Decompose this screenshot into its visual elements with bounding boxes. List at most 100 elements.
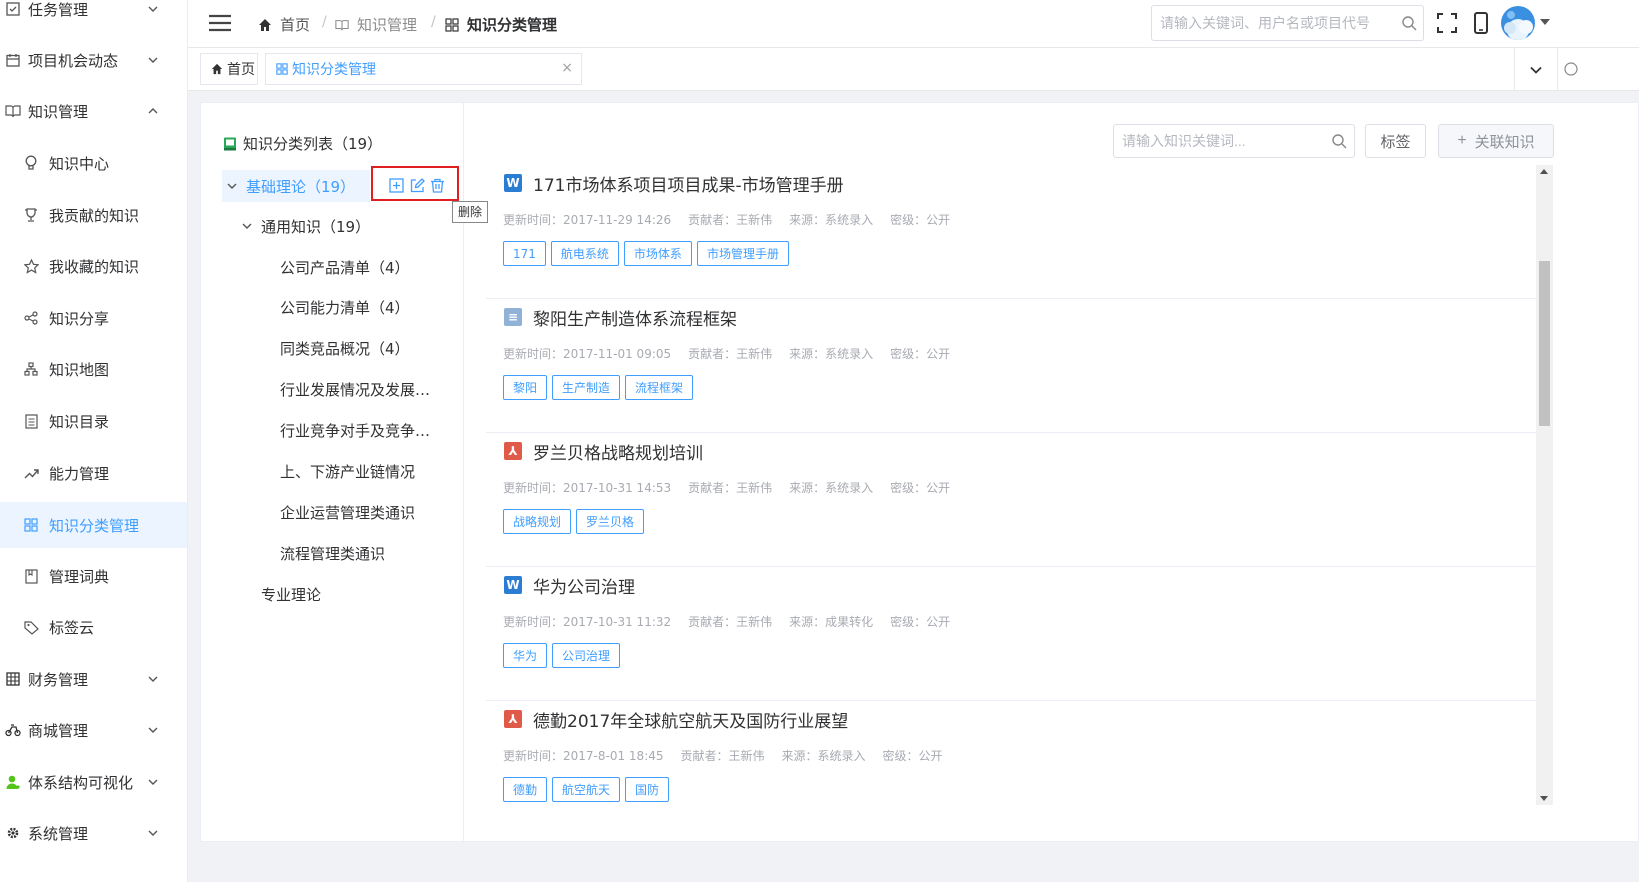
updated-time: 更新时间：2017-11-29 14:26 xyxy=(503,213,672,227)
tree-node-label: 行业竞争对手及竞争… xyxy=(280,421,431,440)
node-actions-highlight xyxy=(371,166,459,201)
sidebar-item-knowledge-catalog[interactable]: 知识目录 xyxy=(0,399,187,443)
tree-node-leaf[interactable]: 公司能力清单（4） xyxy=(280,291,410,323)
breadcrumb-home[interactable]: 首页 xyxy=(258,14,310,35)
search-icon[interactable] xyxy=(1331,133,1347,149)
sidebar-item-knowledge-map[interactable]: 知识地图 xyxy=(0,347,187,391)
top-header: 首页 / 知识管理 / 知识分类管理 xyxy=(188,0,1639,48)
sidebar-item-label: 项目机会动态 xyxy=(28,51,119,70)
sidebar-item-tasks[interactable]: 任务管理 xyxy=(0,0,187,31)
knowledge-item[interactable]: W 华为公司治理 更新时间：2017-10-31 11:32 贡献者：王新伟 来源：… xyxy=(486,567,1536,701)
tag-chip[interactable]: 航电系统 xyxy=(550,241,619,266)
sidebar-item-capability-management[interactable]: 能力管理 xyxy=(0,451,187,495)
tree-node-basic-theory[interactable]: 基础理论（19） xyxy=(222,170,370,202)
tag-chip[interactable]: 德勤 xyxy=(503,777,548,802)
tree-node-leaf[interactable]: 行业发展情况及发展… xyxy=(280,373,430,405)
tag-chip[interactable]: 国防 xyxy=(625,777,670,802)
grid-icon xyxy=(276,63,288,75)
tab-label: 首页 xyxy=(227,62,255,78)
mobile-icon[interactable] xyxy=(1470,12,1492,34)
tag-chip[interactable]: 华为 xyxy=(503,643,548,668)
tree-node-leaf[interactable]: 行业竞争对手及竞争… xyxy=(280,414,430,446)
scrollbar-thumb[interactable] xyxy=(1539,261,1550,426)
avatar[interactable] xyxy=(1501,6,1535,40)
tag-button[interactable]: 标签 xyxy=(1365,124,1426,158)
tree-node-leaf[interactable]: 公司产品清单（4） xyxy=(280,251,410,283)
tab-knowledge-category[interactable]: 知识分类管理 × xyxy=(265,53,582,85)
add-child-icon[interactable] xyxy=(389,178,404,193)
sidebar-item-mall[interactable]: 商城管理 xyxy=(0,708,187,752)
lightbulb-icon xyxy=(22,154,40,172)
tag-chip[interactable]: 黎阳 xyxy=(503,375,548,400)
source: 来源：系统录入 xyxy=(781,749,866,763)
sidebar-item-knowledge-management[interactable]: 知识管理 xyxy=(0,89,187,133)
tag-chip[interactable]: 市场体系 xyxy=(623,241,692,266)
tag-chip[interactable]: 航空航天 xyxy=(552,777,621,802)
tree-node-leaf[interactable]: 同类竞品概况（4） xyxy=(280,332,410,364)
sidebar-item-knowledge-center[interactable]: 知识中心 xyxy=(0,141,187,185)
knowledge-item[interactable]: ≡ 黎阳生产制造体系流程框架 更新时间：2017-11-01 09:05 贡献者：… xyxy=(486,299,1536,433)
sidebar-item-management-dictionary[interactable]: 管理词典 xyxy=(0,554,187,598)
sidebar-item-tag-cloud[interactable]: 标签云 xyxy=(0,605,187,649)
knowledge-title[interactable]: 黎阳生产制造体系流程框架 xyxy=(533,305,737,330)
tag-chip[interactable]: 流程框架 xyxy=(625,375,694,400)
link-knowledge-button[interactable]: + 关联知识 xyxy=(1438,124,1554,158)
hamburger-menu-icon[interactable] xyxy=(208,13,232,33)
fullscreen-icon[interactable] xyxy=(1436,12,1458,34)
knowledge-item[interactable]: ⅄ 罗兰贝格战略规划培训 更新时间：2017-10-31 14:53 贡献者：王新… xyxy=(486,433,1536,567)
sidebar-item-label: 知识目录 xyxy=(49,412,110,431)
tree-node-leaf[interactable]: 流程管理类通识 xyxy=(280,537,385,569)
breadcrumb-knowledge[interactable]: 知识管理 xyxy=(335,14,417,35)
knowledge-search-input[interactable] xyxy=(1122,125,1322,157)
knowledge-item[interactable]: ⅄ 德勤2017年全球航空航天及国防行业展望 更新时间：2017-8-01 18… xyxy=(486,701,1536,805)
tree-node-professional-theory[interactable]: 专业理论 xyxy=(261,578,321,610)
tag-chip[interactable]: 罗兰贝格 xyxy=(576,509,645,534)
checkbox-icon xyxy=(4,0,22,18)
tag-chip[interactable]: 171 xyxy=(503,241,546,266)
caret-down-icon[interactable] xyxy=(1540,19,1550,25)
sidebar-item-my-contributions[interactable]: 我贡献的知识 xyxy=(0,193,187,237)
tabs-dropdown-button[interactable] xyxy=(1514,48,1557,91)
sidebar-item-system[interactable]: 系统管理 xyxy=(0,811,187,855)
delete-icon[interactable] xyxy=(430,178,445,193)
knowledge-item[interactable]: W 171市场体系项目项目成果-市场管理手册 更新时间：2017-11-29 1… xyxy=(486,165,1536,299)
sidebar-item-architecture-visualization[interactable]: 体系结构可视化 xyxy=(0,760,187,804)
knowledge-title[interactable]: 德勤2017年全球航空航天及国防行业展望 xyxy=(533,707,848,732)
sidebar-item-knowledge-category[interactable]: 知识分类管理 xyxy=(0,502,187,548)
close-icon[interactable]: × xyxy=(561,60,573,76)
tag-chip[interactable]: 市场管理手册 xyxy=(696,241,789,266)
pdf-file-icon: ⅄ xyxy=(504,442,522,460)
sidebar-item-project-opportunities[interactable]: 项目机会动态 xyxy=(0,38,187,82)
search-icon[interactable] xyxy=(1401,15,1417,31)
sidebar-item-my-favorites[interactable]: 我收藏的知识 xyxy=(0,244,187,288)
knowledge-title[interactable]: 171市场体系项目项目成果-市场管理手册 xyxy=(533,171,844,196)
tree-node-leaf[interactable]: 上、下游产业链情况 xyxy=(280,455,415,487)
list-scrollbar[interactable] xyxy=(1536,165,1553,805)
sidebar-item-knowledge-share[interactable]: 知识分享 xyxy=(0,296,187,340)
tag-chip[interactable]: 生产制造 xyxy=(552,375,621,400)
tag-chip[interactable]: 公司治理 xyxy=(552,643,621,668)
trend-icon xyxy=(22,464,40,482)
source: 来源：系统录入 xyxy=(789,213,874,227)
scroll-up-arrow-icon[interactable] xyxy=(1540,169,1548,174)
knowledge-title[interactable]: 罗兰贝格战略规划培训 xyxy=(533,439,703,464)
sidebar-item-finance[interactable]: 财务管理 xyxy=(0,657,187,701)
breadcrumb-separator: / xyxy=(322,14,327,30)
tree-node-leaf[interactable]: 企业运营管理类通识 xyxy=(280,496,415,528)
contributor: 贡献者：王新伟 xyxy=(688,481,773,495)
tag-chip[interactable]: 战略规划 xyxy=(503,509,572,534)
sidebar-item-label: 我贡献的知识 xyxy=(49,206,140,225)
knowledge-title[interactable]: 华为公司治理 xyxy=(533,573,635,598)
sidebar-item-label: 财务管理 xyxy=(28,670,89,689)
pdf-file-icon: ⅄ xyxy=(504,710,522,728)
tab-home[interactable]: 首页 xyxy=(200,53,258,85)
global-search-input[interactable] xyxy=(1160,6,1390,40)
tabs-refresh-button[interactable] xyxy=(1557,48,1587,91)
tree-node-label: 公司能力清单（4） xyxy=(280,298,410,317)
home-icon xyxy=(211,63,223,75)
sidebar-item-label: 管理词典 xyxy=(49,567,110,586)
tree-node-general-knowledge[interactable]: 通用知识（19） xyxy=(241,210,370,242)
edit-icon[interactable] xyxy=(410,178,425,193)
sidebar-item-label: 知识管理 xyxy=(28,102,89,121)
scroll-down-arrow-icon[interactable] xyxy=(1540,796,1548,801)
